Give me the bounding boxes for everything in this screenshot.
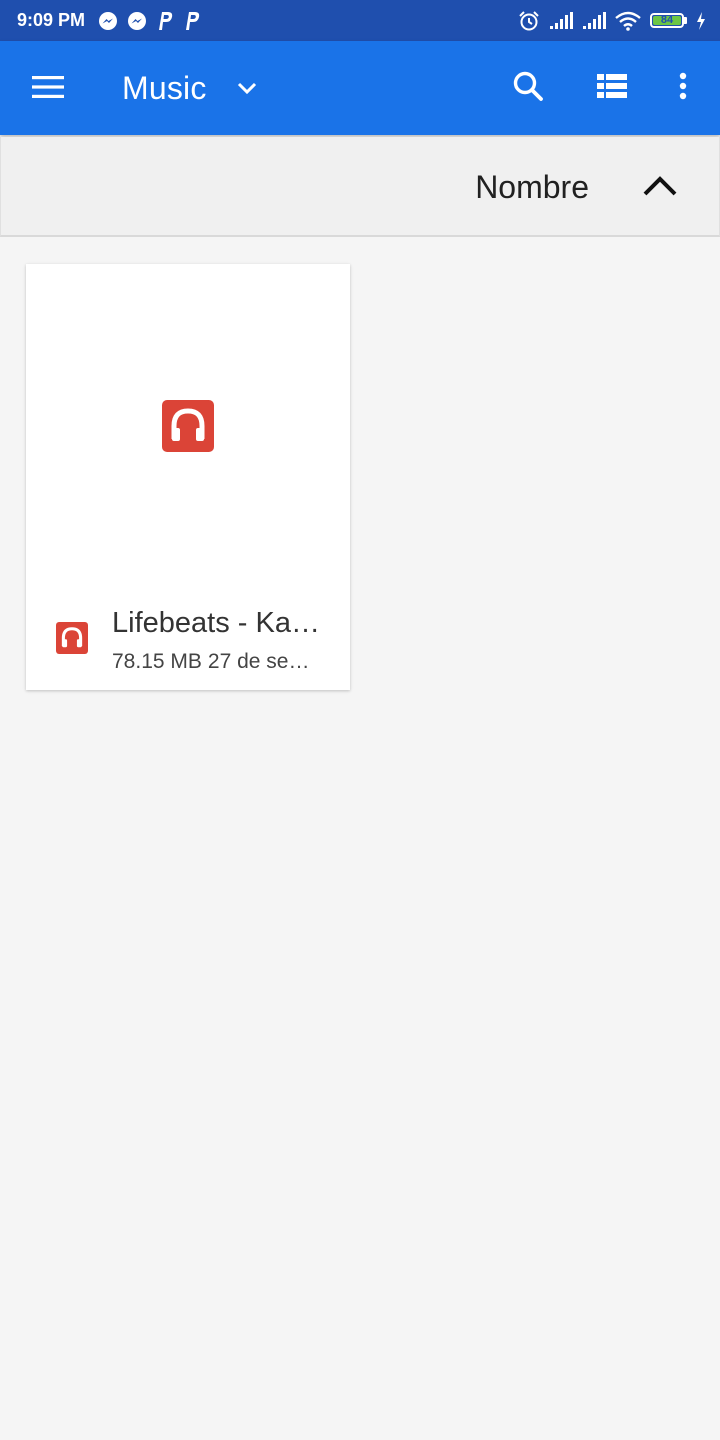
- parking-p-icon: [183, 11, 201, 31]
- more-vert-icon: [679, 72, 687, 105]
- messenger-icon: [98, 11, 118, 31]
- file-name: Lifebeats - Ka…: [112, 607, 320, 639]
- headphones-icon: [56, 622, 88, 654]
- status-bar-right: 84: [518, 10, 706, 32]
- signal-icon: [582, 11, 606, 30]
- list-view-icon: [597, 73, 627, 103]
- more-options-button[interactable]: [658, 63, 708, 113]
- app-bar: Music: [0, 41, 720, 135]
- folder-selector[interactable]: Music: [122, 63, 257, 113]
- status-time: 9:09 PM: [17, 10, 86, 30]
- alarm-icon: [518, 10, 540, 32]
- sort-direction-button[interactable]: [631, 163, 689, 213]
- search-button[interactable]: [500, 63, 556, 113]
- battery-icon: 84: [650, 13, 687, 28]
- app-title: Music: [122, 69, 207, 106]
- file-card[interactable]: Lifebeats - Ka… 78.15 MB 27 de se…: [26, 264, 350, 690]
- view-toggle-button[interactable]: [584, 63, 640, 113]
- file-meta: 78.15 MB 27 de se…: [112, 650, 326, 674]
- search-icon: [512, 70, 544, 107]
- wifi-icon: [615, 11, 641, 31]
- file-date: 27 de se…: [207, 650, 310, 673]
- sort-bar: Nombre: [0, 137, 720, 237]
- file-size: 78.15 MB: [112, 650, 202, 673]
- battery-level: 84: [653, 15, 681, 26]
- menu-button[interactable]: [20, 66, 76, 112]
- signal-icon: [549, 11, 573, 30]
- chevron-up-icon: [643, 175, 677, 201]
- messenger-icon: [127, 11, 147, 31]
- sort-by-label[interactable]: Nombre: [475, 169, 589, 206]
- headphones-icon: [162, 400, 214, 452]
- menu-icon: [32, 75, 64, 103]
- charging-icon: [696, 11, 706, 30]
- parking-p-icon: [156, 11, 174, 31]
- chevron-down-icon: [237, 82, 257, 94]
- status-bar: 9:09 PM 84: [0, 0, 720, 41]
- status-bar-left: 9:09 PM: [17, 10, 201, 31]
